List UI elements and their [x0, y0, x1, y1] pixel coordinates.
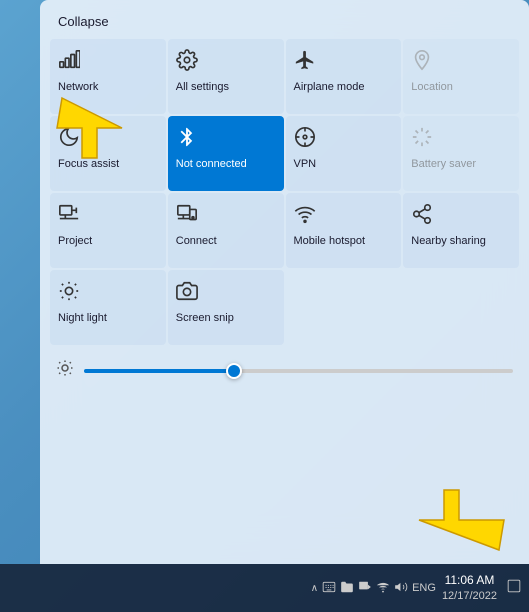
vpn-icon [294, 126, 316, 152]
volume-tray-icon[interactable] [394, 580, 408, 597]
tile-project[interactable]: Project [50, 193, 166, 268]
tile-battery-saver[interactable]: Battery saver [403, 116, 519, 191]
mobile-hotspot-icon [294, 203, 316, 229]
nearby-sharing-icon [411, 203, 433, 229]
tray-chevron[interactable]: ∧ [311, 583, 318, 594]
notification-button[interactable] [507, 579, 521, 597]
clock[interactable]: 11:06 AM 12/17/2022 [442, 573, 497, 603]
tile-network[interactable]: Network [50, 39, 166, 114]
ime-icon[interactable] [322, 580, 336, 597]
tile-mobile-hotspot[interactable]: Mobile hotspot [286, 193, 402, 268]
tile-airplane-mode[interactable]: Airplane mode [286, 39, 402, 114]
language-indicator[interactable]: ENG [412, 582, 436, 594]
tile-connect-label: Connect [176, 235, 217, 248]
system-tray: ∧ [311, 580, 436, 597]
tile-location-label: Location [411, 81, 453, 94]
tile-screen-snip[interactable]: Screen snip [168, 270, 284, 345]
tile-nearby-sharing-label: Nearby sharing [411, 235, 486, 248]
collapse-button[interactable]: Collapse [40, 0, 127, 39]
tile-mobile-hotspot-label: Mobile hotspot [294, 235, 366, 248]
tile-location[interactable]: Location [403, 39, 519, 114]
tile-all-settings[interactable]: All settings [168, 39, 284, 114]
tile-vpn-label: VPN [294, 158, 317, 171]
project-icon [58, 203, 80, 229]
location-icon [411, 49, 433, 75]
tile-focus-assist-label: Focus assist [58, 158, 119, 171]
tile-night-light[interactable]: Night light [50, 270, 166, 345]
tile-network-label: Network [58, 81, 98, 94]
taskbar: ∧ [0, 564, 529, 612]
battery-saver-icon [411, 126, 433, 152]
tile-screen-snip-label: Screen snip [176, 312, 234, 325]
tile-project-label: Project [58, 235, 92, 248]
tile-focus-assist[interactable]: Focus assist [50, 116, 166, 191]
brightness-control [40, 351, 529, 390]
tile-vpn[interactable]: VPN [286, 116, 402, 191]
tile-not-connected[interactable]: Not connected [168, 116, 284, 191]
screen-snip-icon [176, 280, 198, 306]
tile-night-light-label: Night light [58, 312, 107, 325]
folder-icon[interactable] [340, 580, 354, 597]
tile-battery-saver-label: Battery saver [411, 158, 476, 171]
night-light-icon [58, 280, 80, 306]
quick-action-grid: Network All settings Airplane mode [40, 39, 529, 345]
focus-assist-icon [58, 126, 80, 152]
clock-time: 11:06 AM [442, 573, 497, 589]
network-icon [58, 49, 80, 75]
airplane-icon [294, 49, 316, 75]
bluetooth-icon [176, 126, 198, 152]
brightness-thumb[interactable] [226, 363, 242, 379]
network-tray-icon[interactable] [376, 580, 390, 597]
tile-not-connected-label: Not connected [176, 158, 247, 171]
clock-date: 12/17/2022 [442, 589, 497, 603]
tile-connect[interactable]: Connect [168, 193, 284, 268]
settings-icon [176, 49, 198, 75]
tile-airplane-label: Airplane mode [294, 81, 365, 94]
tile-nearby-sharing[interactable]: Nearby sharing [403, 193, 519, 268]
brightness-slider[interactable] [84, 369, 513, 373]
media-icon[interactable] [358, 580, 372, 597]
tile-all-settings-label: All settings [176, 81, 229, 94]
brightness-icon [56, 359, 74, 382]
action-center: Collapse Network All settings [40, 0, 529, 564]
connect-icon [176, 203, 198, 229]
